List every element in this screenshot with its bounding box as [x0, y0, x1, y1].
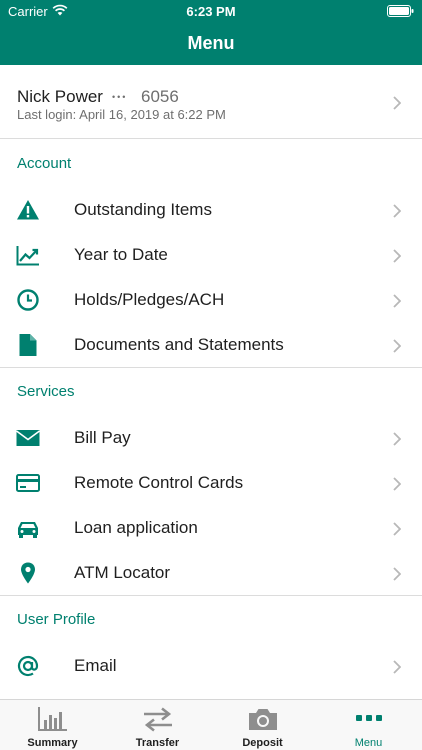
- account-mask: •••: [112, 92, 128, 102]
- section-title-user-profile: User Profile: [17, 611, 96, 628]
- menu-item-remote-control-cards[interactable]: Remote Control Cards: [0, 461, 422, 506]
- credit-card-icon: [16, 474, 40, 492]
- menu-item-outstanding-items[interactable]: Outstanding Items: [0, 188, 422, 233]
- tab-label: Transfer: [135, 737, 180, 749]
- menu-item-loan-application[interactable]: Loan application: [0, 506, 422, 551]
- chevron-right-icon: [393, 339, 401, 353]
- menu-item-email[interactable]: Email: [0, 644, 422, 689]
- tab-bar: Summary Transfer Deposit Menu: [0, 699, 422, 750]
- tab-label: Menu: [354, 737, 383, 749]
- chevron-right-icon: [393, 96, 401, 110]
- at-sign-icon: [17, 655, 39, 677]
- status-time: 6:23 PM: [186, 4, 236, 19]
- section-divider: [0, 367, 422, 368]
- section-title-services: Services: [17, 383, 75, 400]
- menu-item-label: ATM Locator: [74, 563, 171, 582]
- page-title: Menu: [187, 33, 235, 53]
- envelope-icon: [16, 430, 40, 446]
- document-icon: [19, 334, 37, 356]
- menu-item-label: Holds/Pledges/ACH: [74, 290, 225, 309]
- menu-item-label: Email: [74, 656, 117, 675]
- menu-item-label: Bill Pay: [74, 428, 131, 447]
- app-header: Carrier 6:23 PM Menu: [0, 0, 422, 65]
- menu-item-documents-statements[interactable]: Documents and Statements: [0, 323, 422, 368]
- account-suffix: 6056: [141, 87, 179, 106]
- tab-label: Summary: [27, 737, 78, 749]
- menu-item-label: Documents and Statements: [74, 335, 284, 354]
- chevron-right-icon: [393, 477, 401, 491]
- chevron-right-icon: [393, 432, 401, 446]
- section-title-account: Account: [17, 155, 72, 172]
- camera-icon: [249, 709, 277, 730]
- menu-item-label: Loan application: [74, 518, 198, 537]
- profile-row[interactable]: Nick Power ••• 6056 Last login: April 16…: [0, 66, 422, 139]
- tab-label: Deposit: [242, 737, 283, 749]
- map-pin-icon: [21, 562, 35, 584]
- chevron-right-icon: [393, 522, 401, 536]
- menu-item-label: Remote Control Cards: [74, 473, 244, 492]
- tab-transfer[interactable]: Transfer: [105, 700, 210, 750]
- menu-item-label: Outstanding Items: [74, 200, 212, 219]
- bar-chart-icon: [38, 707, 67, 731]
- menu-item-atm-locator[interactable]: ATM Locator: [0, 551, 422, 596]
- menu-item-holds-pledges-ach[interactable]: Holds/Pledges/ACH: [0, 278, 422, 323]
- chevron-right-icon: [393, 204, 401, 218]
- menu-item-label: Year to Date: [74, 245, 168, 264]
- chevron-right-icon: [393, 249, 401, 263]
- status-bar: Carrier 6:23 PM: [0, 0, 422, 22]
- menu-item-bill-pay[interactable]: Bill Pay: [0, 416, 422, 461]
- clock-icon: [17, 289, 39, 311]
- tab-menu[interactable]: Menu: [316, 700, 421, 750]
- chevron-right-icon: [393, 567, 401, 581]
- trend-chart-icon: [16, 246, 39, 266]
- chevron-right-icon: [393, 294, 401, 308]
- tab-deposit[interactable]: Deposit: [210, 700, 315, 750]
- transfer-arrows-icon: [144, 707, 172, 732]
- car-icon: [18, 522, 38, 538]
- battery-icon: [387, 5, 414, 17]
- chevron-right-icon: [393, 660, 401, 674]
- last-login-text: Last login: April 16, 2019 at 6:22 PM: [17, 107, 226, 122]
- warning-icon: [17, 200, 39, 220]
- dots-menu-icon: [356, 715, 382, 721]
- menu-item-year-to-date[interactable]: Year to Date: [0, 233, 422, 278]
- tab-summary[interactable]: Summary: [0, 700, 105, 750]
- profile-name: Nick Power: [17, 87, 103, 106]
- section-divider: [0, 595, 422, 596]
